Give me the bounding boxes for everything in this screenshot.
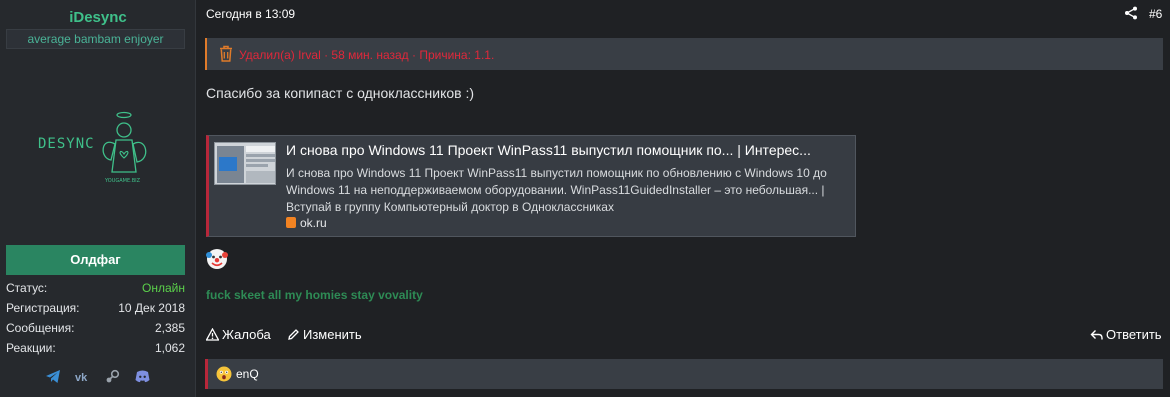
deleted-notice: Удалил(а) Irval · 58 мин. назад · Причин… xyxy=(205,38,1163,70)
link-preview-card[interactable]: И снова про Windows 11 Проект WinPass11 … xyxy=(206,135,856,237)
social-links: vk xyxy=(0,368,196,386)
reply-icon xyxy=(1090,330,1103,340)
reply-button[interactable]: Ответить xyxy=(1090,327,1162,342)
clown-emoji-icon[interactable] xyxy=(206,248,228,270)
edit-button[interactable]: Изменить xyxy=(287,327,362,342)
warning-icon xyxy=(206,328,219,341)
trash-icon xyxy=(220,45,232,62)
pencil-icon xyxy=(288,329,299,340)
vk-icon[interactable]: vk xyxy=(75,368,92,385)
user-rank-banner[interactable]: Олдфаг xyxy=(6,245,185,275)
stat-label: Статус: xyxy=(6,281,48,295)
report-label: Жалоба xyxy=(222,327,271,342)
link-preview-description: И снова про Windows 11 Проект WinPass11 … xyxy=(286,166,827,214)
link-preview-domain-text: ok.ru xyxy=(300,216,327,230)
stat-label: Регистрация: xyxy=(6,301,80,315)
post-date[interactable]: Сегодня в 13:09 xyxy=(206,7,295,21)
discord-icon[interactable] xyxy=(134,368,151,385)
link-preview-title[interactable]: И снова про Windows 11 Проект WinPass11 … xyxy=(286,142,854,158)
reacted-users[interactable]: enQ xyxy=(236,367,259,381)
avatar-logo-text: DESYNC xyxy=(38,136,95,152)
report-button[interactable]: Жалоба xyxy=(206,327,271,342)
astonished-emoji-icon xyxy=(216,366,232,382)
stat-value: 10 Дек 2018 xyxy=(118,301,185,315)
deleted-notice-text: Удалил(а) Irval · 58 мин. назад · Причин… xyxy=(239,48,495,62)
svg-text:vk: vk xyxy=(75,372,88,384)
stat-reactions: Реакции: 1,062 xyxy=(6,338,185,358)
stat-status: Статус: Онлайн xyxy=(6,278,185,298)
post-body-text: Спасибо за копипаст с одноклассников :) xyxy=(206,85,475,101)
avatar[interactable]: DESYNC YOUGAME.BIZ xyxy=(35,106,161,194)
user-signature: fuck skeet all my homies stay vovality xyxy=(206,288,423,302)
username[interactable]: iDesync xyxy=(0,9,196,26)
stat-registration: Регистрация: 10 Дек 2018 xyxy=(6,298,185,318)
link-preview-thumbnail xyxy=(214,142,276,185)
post-number[interactable]: #6 xyxy=(1149,7,1162,21)
user-sidebar: iDesync average bambam enjoyer DESYNC YO… xyxy=(0,0,196,397)
steam-icon[interactable] xyxy=(104,368,121,385)
share-icon[interactable] xyxy=(1124,6,1138,20)
stat-value[interactable]: 2,385 xyxy=(155,318,185,338)
stat-value: Онлайн xyxy=(142,281,185,295)
reactions-bar: enQ xyxy=(205,359,1163,389)
stat-label: Сообщения: xyxy=(6,321,75,335)
user-title: average bambam enjoyer xyxy=(6,29,185,49)
telegram-icon[interactable] xyxy=(45,368,62,385)
stat-value: 1,062 xyxy=(154,341,185,355)
edit-label: Изменить xyxy=(303,327,362,342)
avatar-logo-subtext: YOUGAME.BIZ xyxy=(104,178,141,184)
stat-messages: Сообщения: 2,385 xyxy=(6,318,185,338)
reply-label: Ответить xyxy=(1106,327,1162,342)
ok-ru-icon xyxy=(286,217,296,228)
stat-label: Реакции: xyxy=(6,341,56,355)
link-preview-domain: ok.ru xyxy=(286,216,327,230)
